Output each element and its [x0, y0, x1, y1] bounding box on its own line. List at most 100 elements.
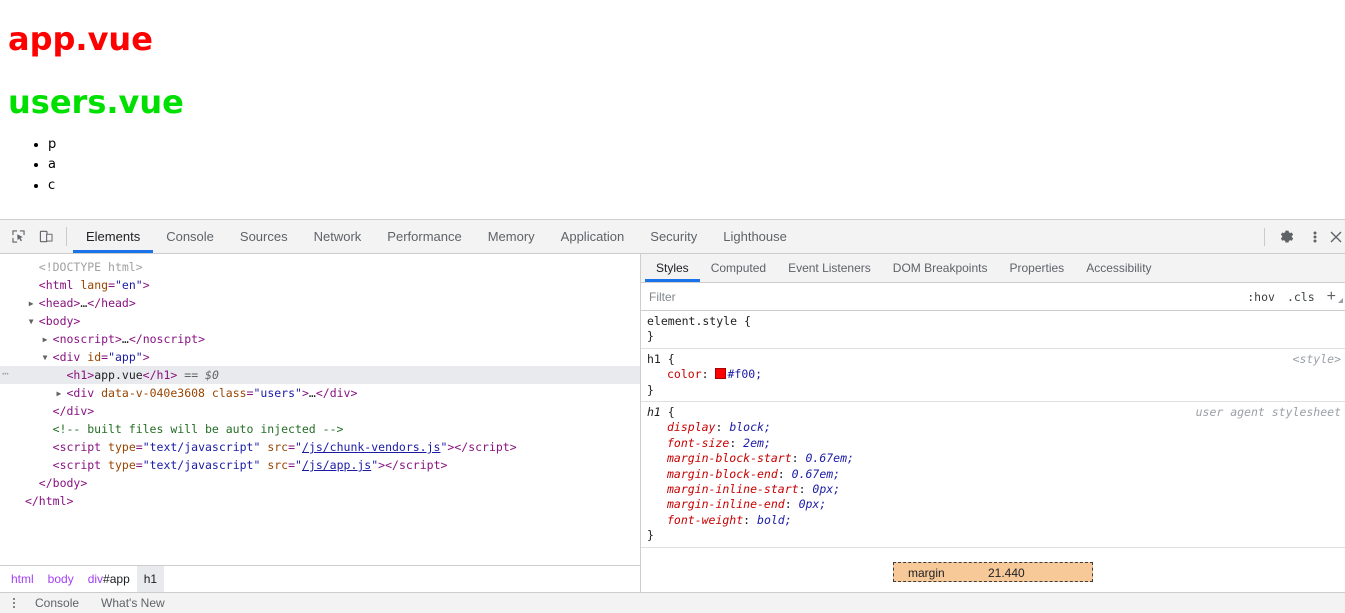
css-property-name[interactable]: margin-block-start: [647, 451, 792, 465]
cls-toggle-button[interactable]: .cls: [1281, 290, 1321, 304]
dom-token: <: [52, 332, 60, 346]
dom-tree[interactable]: <!DOCTYPE html> <html lang="en"> ▶ <head>…: [0, 254, 640, 565]
dom-tree-node[interactable]: ▼ <div id="app">: [0, 348, 640, 366]
source-link[interactable]: /js/chunk-vendors.js: [302, 440, 440, 454]
drawer-tab-whats-new[interactable]: What's New: [90, 596, 176, 610]
dom-tree-node[interactable]: <html lang="en">: [0, 276, 640, 294]
tab-console[interactable]: Console: [153, 220, 227, 253]
drawer-tab-console[interactable]: Console: [24, 596, 90, 610]
dom-tree-node[interactable]: <!DOCTYPE html>: [0, 258, 640, 276]
css-declaration[interactable]: font-weight: bold;: [647, 513, 1345, 528]
dom-token: </: [24, 494, 39, 508]
color-swatch-icon[interactable]: [715, 368, 727, 380]
css-property-name[interactable]: font-weight: [647, 513, 743, 527]
dom-token: >: [73, 314, 81, 328]
close-icon[interactable]: [1329, 230, 1343, 244]
dom-tree-node[interactable]: </div>: [0, 402, 640, 420]
css-property-name[interactable]: margin-block-end: [647, 467, 778, 481]
tab-elements[interactable]: Elements: [73, 220, 154, 253]
hov-toggle-button[interactable]: :hov: [1241, 290, 1281, 304]
box-model-margin-box[interactable]: margin 21.440: [893, 562, 1093, 583]
css-rule-origin[interactable]: <style>: [1293, 352, 1341, 367]
css-close-brace: }: [647, 528, 654, 543]
breadcrumb-item-div[interactable]: div #app: [81, 566, 137, 592]
css-selector[interactable]: element.style: [647, 314, 737, 328]
tab-properties[interactable]: Properties: [998, 254, 1075, 282]
chevron-right-icon[interactable]: ▶: [43, 331, 53, 349]
css-property-name[interactable]: display: [647, 420, 715, 434]
more-vertical-icon[interactable]: [4, 598, 24, 608]
css-selector[interactable]: h1: [647, 352, 661, 366]
css-selector[interactable]: h1: [647, 405, 661, 419]
css-declaration[interactable]: margin-inline-end: 0px;: [647, 497, 1345, 512]
tab-performance[interactable]: Performance: [374, 220, 474, 253]
chevron-down-icon[interactable]: ▼: [43, 349, 53, 367]
tab-security[interactable]: Security: [637, 220, 710, 253]
inspect-element-icon[interactable]: [4, 220, 32, 253]
devtools-panel-tabs: Elements Console Sources Network Perform…: [73, 220, 1264, 253]
gear-icon[interactable]: [1273, 229, 1301, 245]
css-colon: :: [798, 482, 813, 497]
dom-tree-node[interactable]: ▶ <head>…</head>: [0, 294, 640, 312]
tab-accessibility[interactable]: Accessibility: [1075, 254, 1162, 282]
page-heading-users-vue: users.vue: [8, 82, 184, 121]
css-declaration[interactable]: margin-inline-start: 0px;: [647, 482, 1345, 497]
css-property-value[interactable]: 0.67em;: [805, 451, 853, 465]
css-rule[interactable]: user agent stylesheet h1 {display: block;…: [641, 402, 1345, 548]
dom-tree-node[interactable]: ⋯ <h1>app.vue</h1> == $0: [0, 366, 640, 384]
dom-attr-name: class: [211, 386, 247, 400]
chevron-down-icon[interactable]: ▼: [29, 313, 39, 331]
breadcrumb-item-body[interactable]: body: [41, 566, 81, 592]
css-property-value[interactable]: 0px;: [799, 497, 827, 511]
source-link[interactable]: /js/app.js: [302, 458, 371, 472]
more-vertical-icon[interactable]: [1301, 229, 1329, 245]
dom-tree-node[interactable]: </html>: [0, 492, 640, 510]
css-declaration[interactable]: color: #f00;: [647, 367, 1345, 382]
breadcrumb-item-h1[interactable]: h1: [136, 566, 165, 592]
tab-styles[interactable]: Styles: [645, 254, 700, 282]
dom-token: >: [198, 332, 206, 346]
breadcrumb-item-html[interactable]: html: [4, 566, 41, 592]
new-style-rule-button[interactable]: +: [1321, 288, 1345, 305]
css-property-name[interactable]: color: [647, 367, 702, 381]
css-rule[interactable]: <style> h1 {color: #f00;}: [641, 349, 1345, 403]
tab-event-listeners[interactable]: Event Listeners: [777, 254, 882, 282]
css-declaration[interactable]: display: block;: [647, 420, 1345, 435]
tab-computed[interactable]: Computed: [700, 254, 777, 282]
node-overflow-icon[interactable]: ⋯: [2, 365, 9, 383]
css-property-value[interactable]: block;: [729, 420, 771, 434]
css-property-value[interactable]: bold;: [757, 513, 792, 527]
dom-tree-node[interactable]: ▶ <noscript>…</noscript>: [0, 330, 640, 348]
css-property-name[interactable]: margin-inline-start: [647, 482, 799, 496]
css-property-name[interactable]: font-size: [647, 436, 729, 450]
dom-tree-node[interactable]: ▶ <div data-v-040e3608 class="users">…</d…: [0, 384, 640, 402]
dom-attr-name: type: [108, 458, 136, 472]
css-declaration[interactable]: margin-block-end: 0.67em;: [647, 467, 1345, 482]
dom-tree-node[interactable]: <!-- built files will be auto injected -…: [0, 420, 640, 438]
device-toolbar-icon[interactable]: [32, 220, 60, 253]
chevron-right-icon[interactable]: ▶: [29, 295, 39, 313]
dom-tree-node[interactable]: ▼ <body>: [0, 312, 640, 330]
tab-network[interactable]: Network: [301, 220, 375, 253]
css-rule[interactable]: element.style {}: [641, 311, 1345, 349]
dom-tree-node[interactable]: <script type="text/javascript" src="/js/…: [0, 456, 640, 474]
tab-application[interactable]: Application: [548, 220, 638, 253]
dom-token: <: [52, 440, 60, 454]
tab-memory[interactable]: Memory: [475, 220, 548, 253]
css-declaration[interactable]: margin-block-start: 0.67em;: [647, 451, 1345, 466]
css-property-value[interactable]: 0px;: [812, 482, 840, 496]
css-property-value[interactable]: #f00;: [727, 367, 762, 381]
dom-tree-node[interactable]: </body>: [0, 474, 640, 492]
filter-input[interactable]: [641, 283, 1242, 310]
dom-tree-node[interactable]: <script type="text/javascript" src="/js/…: [0, 438, 640, 456]
tab-lighthouse[interactable]: Lighthouse: [710, 220, 800, 253]
css-property-value[interactable]: 2em;: [743, 436, 771, 450]
css-property-value[interactable]: 0.67em;: [792, 467, 840, 481]
css-declaration[interactable]: font-size: 2em;: [647, 436, 1345, 451]
css-property-name[interactable]: margin-inline-end: [647, 497, 785, 511]
chevron-right-icon[interactable]: ▶: [56, 385, 66, 403]
list-item: c: [48, 176, 1337, 197]
tab-dom-breakpoints[interactable]: DOM Breakpoints: [882, 254, 999, 282]
tab-sources[interactable]: Sources: [227, 220, 301, 253]
